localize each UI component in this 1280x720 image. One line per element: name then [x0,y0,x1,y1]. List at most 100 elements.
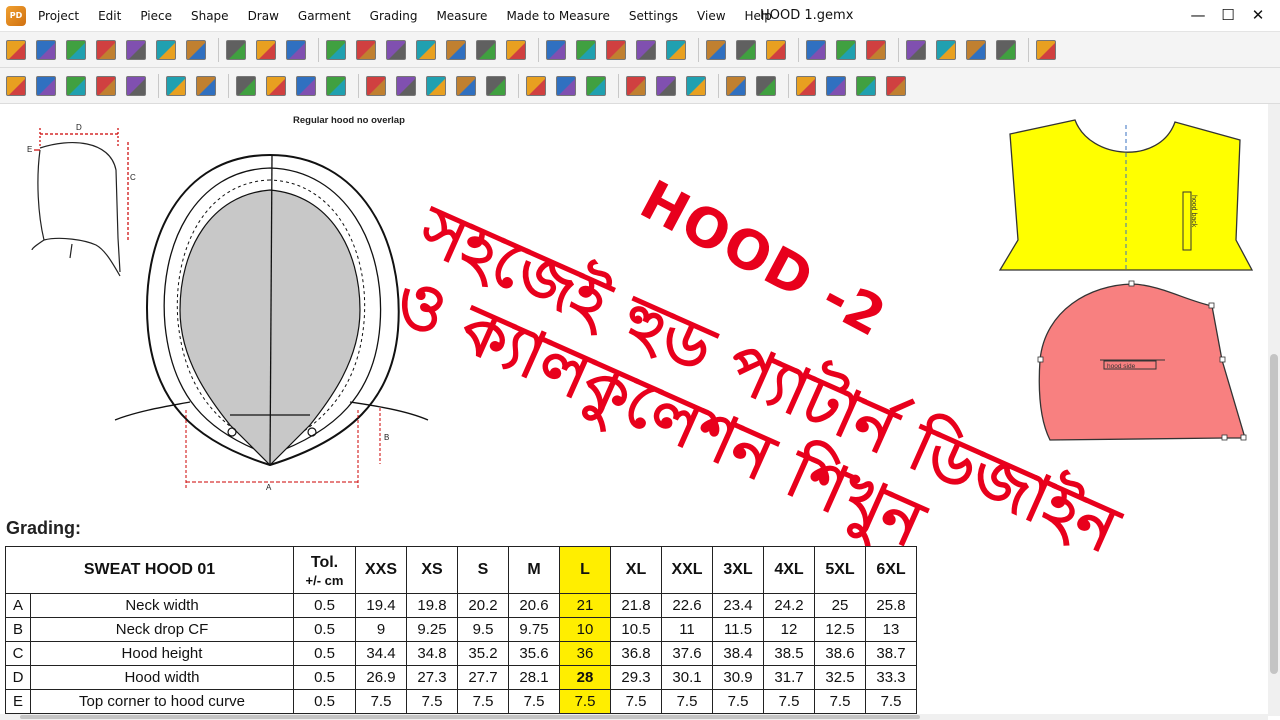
new-file-icon[interactable] [6,40,26,60]
size-header-xl: XL [610,546,662,594]
piece-edit-icon[interactable] [426,76,446,96]
menu-edit[interactable]: Edit [98,9,121,23]
vertical-scroll-thumb[interactable] [1270,354,1278,674]
row-letter: C [5,641,31,666]
plot-icon[interactable] [906,40,926,60]
align-center-icon[interactable] [556,76,576,96]
undo-icon[interactable] [156,40,176,60]
mirror-icon[interactable] [486,76,506,96]
check-icon[interactable] [866,40,886,60]
row-letter: A [5,593,31,618]
cut-icon[interactable] [66,76,86,96]
finish-icon[interactable] [886,76,906,96]
hood-caption: Regular hood no overlap [293,115,405,126]
grid-icon[interactable] [576,40,596,60]
document-icon[interactable] [546,40,566,60]
yellow-pattern-piece[interactable]: hood back [998,119,1254,271]
eye-icon[interactable] [606,40,626,60]
expand-icon[interactable] [626,76,646,96]
zoom-out-icon[interactable] [286,40,306,60]
align-left-icon[interactable] [526,76,546,96]
save-icon[interactable] [96,40,116,60]
table-cell: 21 [559,593,611,618]
menu-settings[interactable]: Settings [629,9,678,23]
fold-icon[interactable] [656,76,676,96]
table-cell: 38.6 [814,641,866,666]
lock-icon[interactable] [326,76,346,96]
table-cell: 7.5 [814,689,866,714]
menu-draw[interactable]: Draw [248,9,279,23]
person-icon[interactable] [806,40,826,60]
piece-mirror-icon[interactable] [446,40,466,60]
table-cell: 12.5 [814,617,866,642]
scissors-icon[interactable] [836,40,856,60]
maximize-button[interactable]: ☐ [1213,4,1243,26]
add-piece-icon[interactable] [196,76,216,96]
close-button[interactable]: ✕ [1243,4,1273,26]
flip-icon[interactable] [456,76,476,96]
menu-garment[interactable]: Garment [298,9,351,23]
bracket-icon[interactable] [586,76,606,96]
fill-icon[interactable] [356,40,376,60]
print-icon[interactable] [936,40,956,60]
zoom-fit-icon[interactable] [226,40,246,60]
text-icon[interactable] [326,40,346,60]
pink-pattern-piece[interactable]: hood side [1037,280,1247,441]
fast-forward-icon[interactable] [756,76,776,96]
table-cell: 34.4 [355,641,407,666]
dim-label-d: D [76,123,82,132]
piece-shape-icon[interactable] [476,40,496,60]
frame-icon[interactable] [366,76,386,96]
menu-shape[interactable]: Shape [191,9,229,23]
minimize-button[interactable]: — [1183,4,1213,26]
help-icon[interactable] [1036,40,1056,60]
menu-view[interactable]: View [697,9,725,23]
horizontal-scrollbar[interactable] [0,714,1268,720]
vertical-scrollbar[interactable] [1268,104,1280,716]
settings-icon[interactable] [996,40,1016,60]
tree-icon[interactable] [126,40,146,60]
piece-copy-icon[interactable] [386,40,406,60]
old-file-icon[interactable] [66,40,86,60]
menu-project[interactable]: Project [38,9,79,23]
toolbar-separator [158,74,159,98]
connect-icon[interactable] [796,76,816,96]
split-icon[interactable] [856,76,876,96]
menu-measure[interactable]: Measure [436,9,487,23]
send-icon[interactable] [686,76,706,96]
table-row: D Hood width 0.5 26.9 27.3 27.7 28.1 28 29.3 30.1… [5,665,917,690]
table-cell: 21.8 [610,593,662,618]
merge-icon[interactable] [826,76,846,96]
add-point-icon[interactable] [166,76,186,96]
table-cell: 28 [559,665,611,690]
menu-piece[interactable]: Piece [140,9,172,23]
rotate-icon[interactable] [296,76,316,96]
copy-piece-icon[interactable] [236,76,256,96]
color-wheel-icon[interactable] [126,76,146,96]
folder-piece-icon[interactable] [6,76,26,96]
arrows-icon[interactable] [726,76,746,96]
horizontal-scroll-thumb[interactable] [20,715,920,719]
export-icon[interactable] [966,40,986,60]
mark-icon[interactable] [736,40,756,60]
piece-align-icon[interactable] [416,40,436,60]
app-logo-icon[interactable]: PD [6,5,26,26]
play-icon[interactable] [506,40,526,60]
redo-icon[interactable] [186,40,206,60]
open-folder-icon[interactable] [36,40,56,60]
delete-icon[interactable] [96,76,116,96]
table-cell: 38.5 [763,641,815,666]
block-icon[interactable] [396,76,416,96]
table-cell: 24.2 [763,593,815,618]
list-icon[interactable] [36,76,56,96]
paste-piece-icon[interactable] [266,76,286,96]
3d-view-icon[interactable] [706,40,726,60]
table-row: A Neck width 0.5 19.4 19.8 20.2 20.6 21 21.8 22.6… [5,593,917,618]
grading-icon[interactable] [766,40,786,60]
zoom-in-icon[interactable] [256,40,276,60]
notch-icon[interactable] [636,40,656,60]
menu-made-to-measure[interactable]: Made to Measure [506,9,609,23]
table-cell: 10.5 [610,617,662,642]
menu-grading[interactable]: Grading [370,9,418,23]
measure-tool-icon[interactable] [666,40,686,60]
